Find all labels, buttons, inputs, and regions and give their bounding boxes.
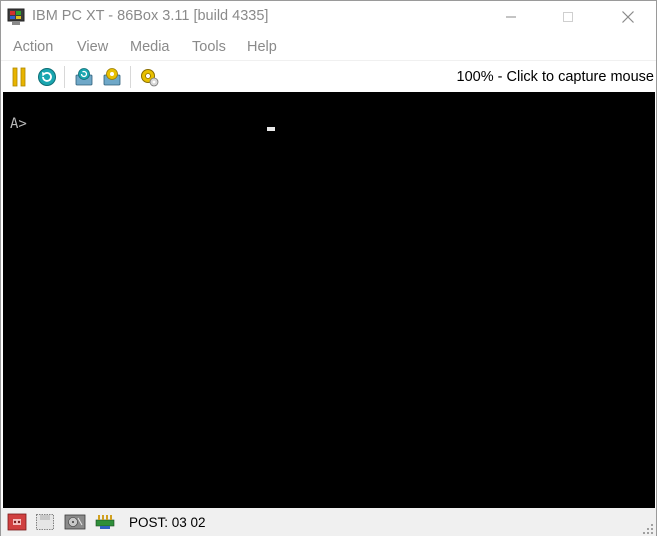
post-code-text: POST: 03 02 — [129, 515, 206, 530]
reset-button[interactable] — [36, 66, 58, 88]
ctrl-alt-del-icon — [75, 68, 93, 86]
toolbar: 100% - Click to capture mouse — [1, 60, 656, 92]
menu-action[interactable]: Action — [13, 39, 53, 55]
close-button[interactable] — [605, 1, 651, 33]
hard-disk-status[interactable] — [64, 512, 86, 532]
pause-icon — [12, 67, 26, 87]
close-icon — [622, 11, 634, 23]
menu-tools[interactable]: Tools — [192, 39, 226, 55]
maximize-button[interactable] — [545, 1, 591, 33]
toolbar-separator — [64, 66, 65, 88]
emulator-screen[interactable]: A> — [3, 92, 655, 508]
capture-mouse-text[interactable]: 100% - Click to capture mouse — [457, 69, 654, 85]
dos-prompt: A> — [10, 116, 27, 132]
minimize-icon — [506, 16, 516, 18]
ctrl-alt-esc-icon — [103, 68, 121, 86]
ctrl-alt-esc-button[interactable] — [101, 66, 123, 88]
ctrl-alt-del-button[interactable] — [73, 66, 95, 88]
maximize-icon — [563, 12, 573, 22]
minimize-button[interactable] — [488, 1, 534, 33]
network-icon — [95, 515, 115, 529]
title-bar[interactable]: IBM PC XT - 86Box 3.11 [build 4335] — [1, 1, 656, 33]
floppy-icon — [36, 514, 54, 530]
cassette-status[interactable] — [6, 512, 28, 532]
menu-help[interactable]: Help — [247, 39, 277, 55]
emulator-window: IBM PC XT - 86Box 3.11 [build 4335] Acti… — [0, 0, 657, 536]
window-title: IBM PC XT - 86Box 3.11 [build 4335] — [32, 8, 269, 24]
menu-bar: Action View Media Tools Help — [1, 33, 656, 60]
settings-gear-icon — [141, 69, 159, 87]
toolbar-separator — [130, 66, 131, 88]
86box-app-icon[interactable] — [7, 8, 25, 26]
reset-icon — [38, 68, 56, 86]
hard-disk-icon — [64, 514, 86, 530]
floppy-status[interactable] — [34, 512, 56, 532]
resize-grip-icon[interactable] — [642, 522, 654, 534]
settings-button[interactable] — [138, 66, 160, 88]
status-bar: POST: 03 02 — [1, 508, 656, 536]
text-cursor — [267, 127, 275, 131]
menu-media[interactable]: Media — [130, 39, 170, 55]
cassette-icon — [7, 513, 27, 531]
pause-button[interactable] — [8, 66, 30, 88]
network-status[interactable] — [94, 512, 116, 532]
menu-view[interactable]: View — [77, 39, 108, 55]
